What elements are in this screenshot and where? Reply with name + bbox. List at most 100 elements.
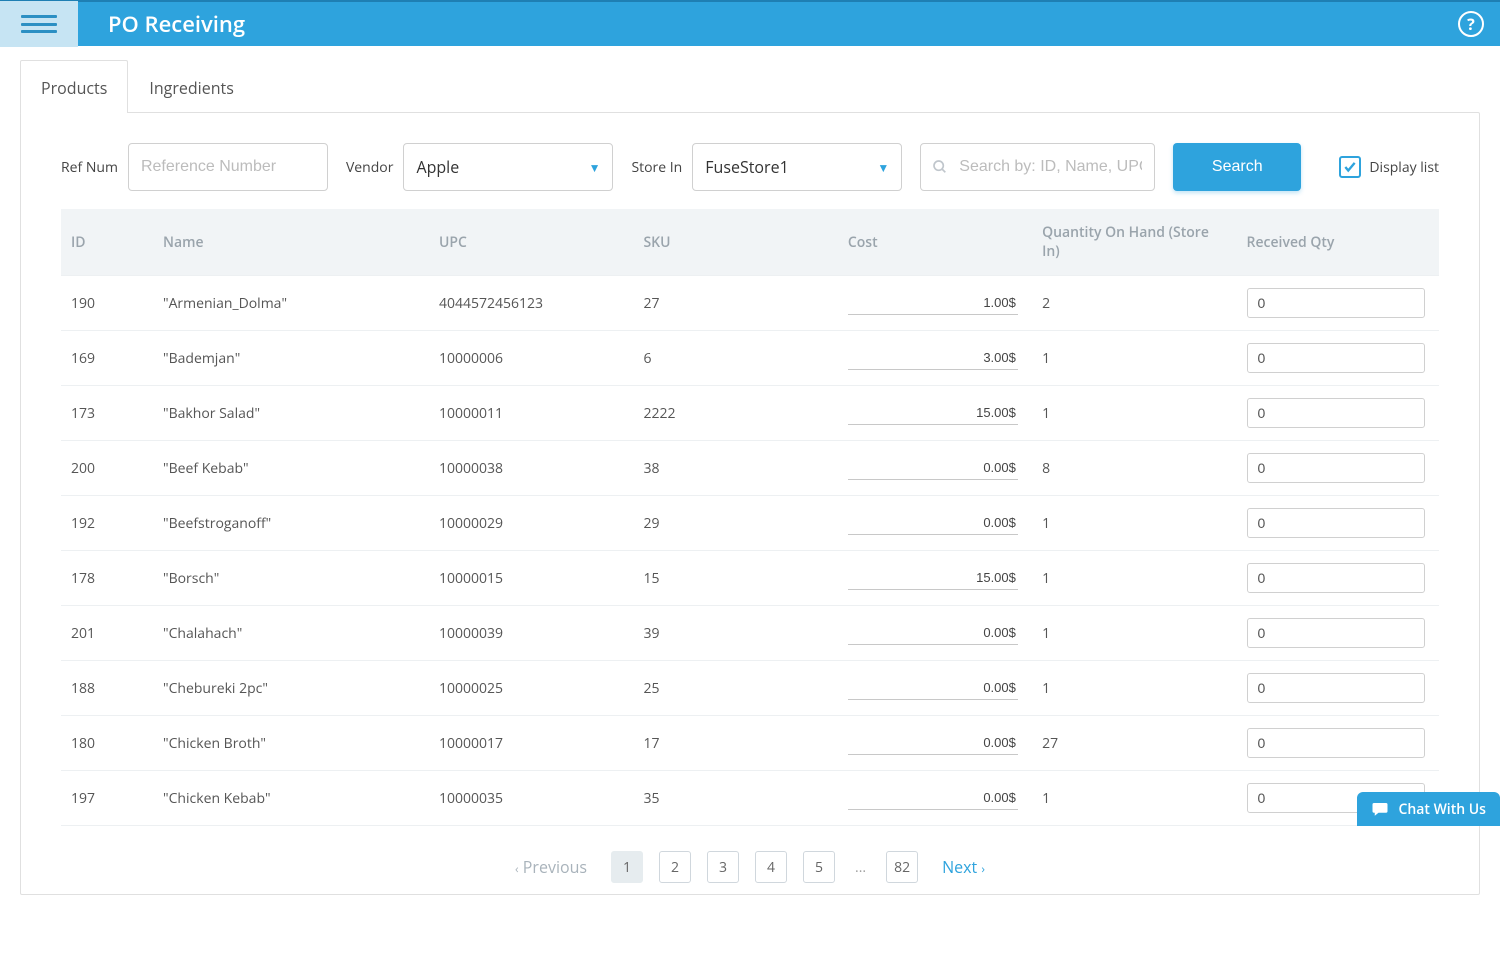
- cost-input[interactable]: [848, 566, 1018, 590]
- cell-rqty: [1237, 386, 1439, 441]
- cell-id: 197: [61, 771, 153, 826]
- th-upc: UPC: [429, 209, 633, 276]
- th-cost: Cost: [838, 209, 1032, 276]
- vendor-value: Apple: [416, 156, 459, 178]
- cell-qoh: 2: [1032, 276, 1236, 331]
- page-box-4[interactable]: 4: [755, 851, 787, 883]
- cell-rqty: [1237, 441, 1439, 496]
- cell-upc: 10000025: [429, 661, 633, 716]
- search-input[interactable]: [920, 143, 1155, 191]
- menu-button[interactable]: [0, 1, 78, 47]
- store-group: Store In FuseStore1 ▼: [631, 143, 902, 191]
- cell-id: 169: [61, 331, 153, 386]
- page-box-5[interactable]: 5: [803, 851, 835, 883]
- page-box-last[interactable]: 82: [886, 851, 918, 883]
- cell-sku: 15: [633, 551, 837, 606]
- received-qty-input[interactable]: [1247, 508, 1425, 538]
- received-qty-input[interactable]: [1247, 343, 1425, 373]
- cell-qoh: 1: [1032, 551, 1236, 606]
- check-icon: [1343, 160, 1357, 174]
- table-row: 188"Chebureki 2pc"10000025251: [61, 661, 1439, 716]
- cell-name: "Bakhor Salad": [153, 386, 429, 441]
- page-box-2[interactable]: 2: [659, 851, 691, 883]
- cell-upc: 10000038: [429, 441, 633, 496]
- received-qty-input[interactable]: [1247, 398, 1425, 428]
- refnum-input[interactable]: [128, 143, 328, 191]
- page-box-1[interactable]: 1: [611, 851, 643, 883]
- cell-sku: 25: [633, 661, 837, 716]
- page-box-3[interactable]: 3: [707, 851, 739, 883]
- cell-name: "Beef Kebab": [153, 441, 429, 496]
- display-list-label: Display list: [1369, 158, 1439, 177]
- table-row: 169"Bademjan"1000000661: [61, 331, 1439, 386]
- cost-input[interactable]: [848, 401, 1018, 425]
- refnum-label: Ref Num: [61, 158, 118, 177]
- filters-row: Ref Num Vendor Apple ▼ Store In FuseStor…: [21, 113, 1479, 209]
- cell-upc: 10000017: [429, 716, 633, 771]
- cell-upc: 10000035: [429, 771, 633, 826]
- search-button[interactable]: Search: [1173, 143, 1301, 191]
- pagination-next[interactable]: Next ›: [934, 850, 993, 884]
- previous-label: Previous: [523, 856, 587, 878]
- next-label: Next: [942, 856, 977, 878]
- table-row: 180"Chicken Broth"100000171727: [61, 716, 1439, 771]
- cell-rqty: [1237, 661, 1439, 716]
- cell-qoh: 1: [1032, 331, 1236, 386]
- chevron-down-icon: ▼: [589, 159, 601, 176]
- cost-input[interactable]: [848, 346, 1018, 370]
- table-row: 178"Borsch"10000015151: [61, 551, 1439, 606]
- cell-id: 200: [61, 441, 153, 496]
- received-qty-input[interactable]: [1247, 288, 1425, 318]
- tabs-row: Products Ingredients: [20, 60, 1480, 113]
- tab-products[interactable]: Products: [20, 60, 128, 113]
- cost-input[interactable]: [848, 676, 1018, 700]
- cell-cost: [838, 386, 1032, 441]
- cost-input[interactable]: [848, 731, 1018, 755]
- cell-qoh: 1: [1032, 496, 1236, 551]
- pagination-previous[interactable]: ‹ Previous: [507, 850, 595, 884]
- cell-qoh: 1: [1032, 386, 1236, 441]
- table-header-row: ID Name UPC SKU Cost Quantity On Hand (S…: [61, 209, 1439, 276]
- help-icon[interactable]: ?: [1458, 11, 1484, 37]
- vendor-select[interactable]: Apple ▼: [403, 143, 613, 191]
- chat-widget[interactable]: Chat With Us: [1357, 792, 1500, 826]
- chat-icon: [1371, 800, 1389, 818]
- table-row: 192"Beefstroganoff"10000029291: [61, 496, 1439, 551]
- received-qty-input[interactable]: [1247, 563, 1425, 593]
- store-select[interactable]: FuseStore1 ▼: [692, 143, 902, 191]
- th-name: Name: [153, 209, 429, 276]
- received-qty-input[interactable]: [1247, 618, 1425, 648]
- display-list-checkbox[interactable]: [1339, 156, 1361, 178]
- topbar: PO Receiving ?: [0, 0, 1500, 46]
- cell-sku: 39: [633, 606, 837, 661]
- cell-upc: 10000006: [429, 331, 633, 386]
- cell-qoh: 8: [1032, 441, 1236, 496]
- table-row: 200"Beef Kebab"10000038388: [61, 441, 1439, 496]
- cell-cost: [838, 551, 1032, 606]
- cell-id: 190: [61, 276, 153, 331]
- cell-rqty: [1237, 276, 1439, 331]
- cost-input[interactable]: [848, 456, 1018, 480]
- cell-sku: 2222: [633, 386, 837, 441]
- cell-name: "Armenian_Dolma": [153, 276, 429, 331]
- cost-input[interactable]: [848, 291, 1018, 315]
- cost-input[interactable]: [848, 621, 1018, 645]
- cell-rqty: [1237, 331, 1439, 386]
- cell-name: "Beefstroganoff": [153, 496, 429, 551]
- received-qty-input[interactable]: [1247, 673, 1425, 703]
- page-title: PO Receiving: [108, 9, 245, 39]
- table-wrap: ID Name UPC SKU Cost Quantity On Hand (S…: [21, 209, 1479, 826]
- vendor-group: Vendor Apple ▼: [346, 143, 614, 191]
- chat-label: Chat With Us: [1399, 800, 1486, 819]
- received-qty-input[interactable]: [1247, 728, 1425, 758]
- cell-id: 178: [61, 551, 153, 606]
- table-row: 190"Armenian_Dolma"4044572456123272: [61, 276, 1439, 331]
- cell-rqty: [1237, 716, 1439, 771]
- refnum-group: Ref Num: [61, 143, 328, 191]
- received-qty-input[interactable]: [1247, 453, 1425, 483]
- cell-cost: [838, 331, 1032, 386]
- cost-input[interactable]: [848, 786, 1018, 810]
- cell-qoh: 1: [1032, 606, 1236, 661]
- cost-input[interactable]: [848, 511, 1018, 535]
- tab-ingredients[interactable]: Ingredients: [128, 60, 254, 113]
